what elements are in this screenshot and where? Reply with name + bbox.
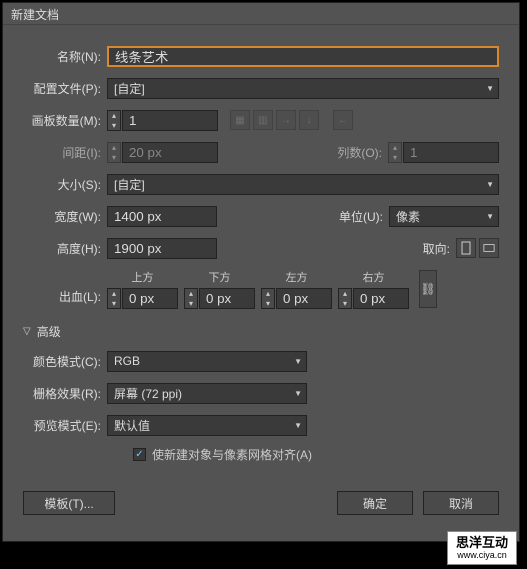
- bleed-top-label: 上方: [132, 269, 154, 285]
- bleed-top-stepper[interactable]: [107, 288, 121, 309]
- raster-label: 栅格效果(R):: [23, 385, 101, 402]
- units-value: 像素: [396, 208, 420, 225]
- columns-stepper: [388, 142, 402, 163]
- watermark-sub: www.ciya.cn: [456, 550, 508, 561]
- preview-label: 预览模式(E):: [23, 417, 101, 434]
- new-document-dialog: 新建文档 名称(N): 配置文件(P): [自定] 画板数量(M): ▦ ▥ →…: [2, 2, 520, 542]
- dialog-titlebar[interactable]: 新建文档: [3, 3, 519, 25]
- spacing-stepper: [107, 142, 121, 163]
- units-label: 单位(U):: [339, 208, 383, 225]
- height-label: 高度(H):: [23, 240, 101, 257]
- spacing-label: 间距(I):: [23, 144, 101, 161]
- arrange-col-icon[interactable]: ↓: [299, 110, 319, 130]
- name-label: 名称(N):: [23, 48, 101, 65]
- units-dropdown[interactable]: 像素: [389, 206, 499, 227]
- advanced-header-label: 高级: [37, 323, 61, 340]
- watermark: 思洋互动 www.ciya.cn: [447, 531, 517, 565]
- templates-button[interactable]: 模板(T)...: [23, 491, 115, 515]
- profile-dropdown[interactable]: [自定]: [107, 78, 499, 99]
- bleed-label: 出血(L):: [23, 288, 101, 305]
- spacing-input: [122, 142, 218, 163]
- dialog-content: 名称(N): 配置文件(P): [自定] 画板数量(M): ▦ ▥ → ↓ ← …: [3, 25, 519, 473]
- bleed-right-stepper[interactable]: [338, 288, 352, 309]
- size-dropdown[interactable]: [自定]: [107, 174, 499, 195]
- preview-dropdown[interactable]: 默认值: [107, 415, 307, 436]
- arrange-grid-col-icon[interactable]: ▥: [253, 110, 273, 130]
- colormode-dropdown[interactable]: RGB: [107, 351, 307, 372]
- watermark-main: 思洋互动: [456, 535, 508, 550]
- colormode-label: 颜色模式(C):: [23, 353, 101, 370]
- profile-label: 配置文件(P):: [23, 80, 101, 97]
- align-checkbox[interactable]: ✓: [133, 448, 146, 461]
- bleed-right-input[interactable]: [353, 288, 409, 309]
- bleed-left-stepper[interactable]: [261, 288, 275, 309]
- bleed-right-label: 右方: [363, 269, 385, 285]
- ok-button[interactable]: 确定: [337, 491, 413, 515]
- size-value: [自定]: [114, 176, 145, 193]
- colormode-value: RGB: [114, 354, 140, 368]
- bleed-left-input[interactable]: [276, 288, 332, 309]
- artboards-label: 画板数量(M):: [23, 112, 101, 129]
- bleed-bottom-input[interactable]: [199, 288, 255, 309]
- cancel-button[interactable]: 取消: [423, 491, 499, 515]
- dialog-footer: 模板(T)... 确定 取消: [3, 473, 519, 515]
- bleed-bottom-stepper[interactable]: [184, 288, 198, 309]
- columns-label: 列数(O):: [337, 144, 382, 161]
- orient-landscape-icon[interactable]: [479, 238, 499, 258]
- bleed-top-input[interactable]: [122, 288, 178, 309]
- bleed-left-label: 左方: [286, 269, 308, 285]
- columns-input: [403, 142, 499, 163]
- preview-value: 默认值: [114, 417, 150, 434]
- artboards-input[interactable]: [122, 110, 218, 131]
- raster-value: 屏幕 (72 ppi): [114, 385, 182, 402]
- name-input[interactable]: [107, 46, 499, 67]
- width-label: 宽度(W):: [23, 208, 101, 225]
- artboards-stepper[interactable]: [107, 110, 121, 131]
- align-label: 使新建对象与像素网格对齐(A): [152, 446, 312, 463]
- arrange-grid-row-icon[interactable]: ▦: [230, 110, 250, 130]
- profile-value: [自定]: [114, 80, 145, 97]
- bleed-bottom-label: 下方: [209, 269, 231, 285]
- dialog-title: 新建文档: [11, 8, 59, 22]
- bleed-link-icon[interactable]: ⛓: [419, 270, 437, 308]
- raster-dropdown[interactable]: 屏幕 (72 ppi): [107, 383, 307, 404]
- size-label: 大小(S):: [23, 176, 101, 193]
- height-input[interactable]: [107, 238, 217, 259]
- advanced-header[interactable]: 高级: [23, 323, 499, 340]
- arrange-row-icon[interactable]: →: [276, 110, 296, 130]
- arrange-rtl-icon[interactable]: ←: [333, 110, 353, 130]
- width-input[interactable]: [107, 206, 217, 227]
- orient-portrait-icon[interactable]: [456, 238, 476, 258]
- orient-label: 取向:: [423, 240, 450, 257]
